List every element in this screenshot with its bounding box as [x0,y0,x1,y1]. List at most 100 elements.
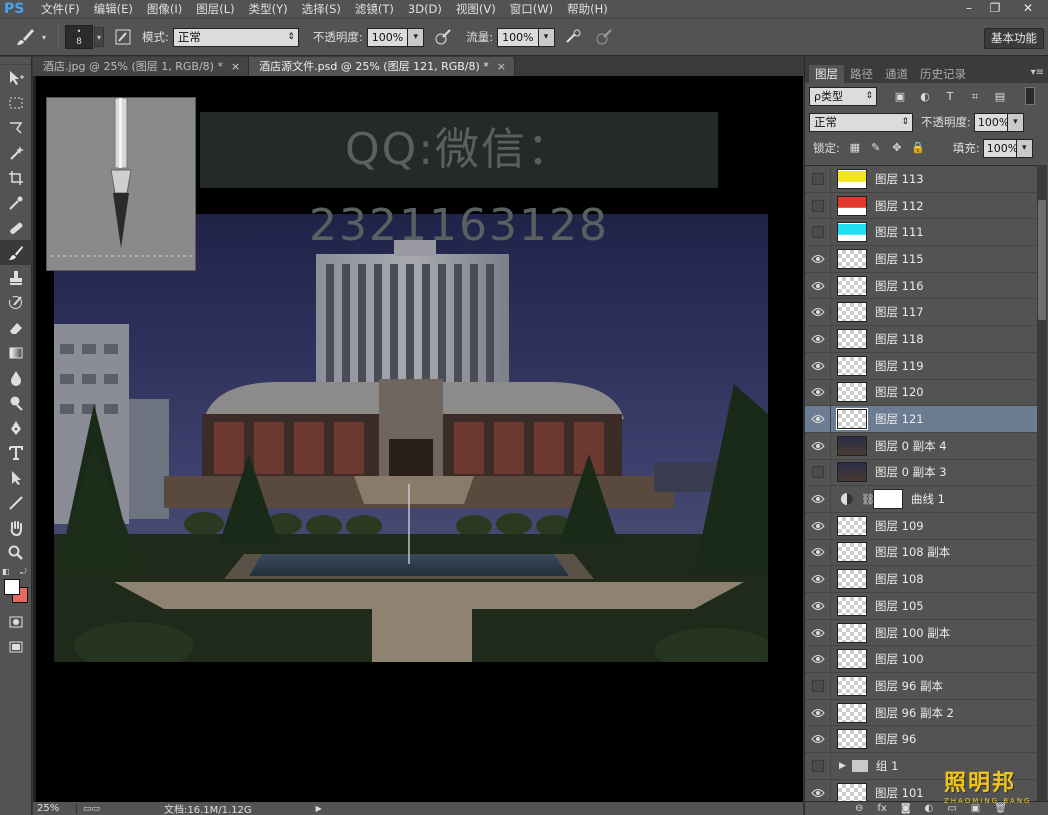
brush-preset-dropdown[interactable]: ▾ [94,27,104,47]
healing-brush-tool[interactable] [0,215,32,240]
layer-thumbnail[interactable] [837,782,867,801]
visibility-toggle[interactable] [805,672,831,699]
visibility-toggle[interactable] [805,592,831,619]
path-selection-tool[interactable] [0,465,32,490]
filter-smart-object-icon[interactable]: ▤ [989,87,1011,106]
visibility-toggle[interactable] [805,299,831,326]
layer-thumbnail[interactable] [837,729,867,750]
menu-item[interactable]: 文件(F) [34,0,87,18]
marquee-tool[interactable] [0,90,32,115]
visibility-toggle[interactable] [805,352,831,379]
visibility-toggle[interactable] [805,646,831,673]
move-tool[interactable] [0,65,32,90]
layer-row[interactable]: 图层 100 [805,646,1037,674]
tab-channels[interactable]: 通道 [879,65,914,83]
menu-item[interactable]: 窗口(W) [503,0,560,18]
visibility-toggle[interactable] [805,192,831,219]
workspace-switcher[interactable]: 基本功能 [984,28,1044,49]
layer-row[interactable]: 图层 0 副本 4 [805,432,1037,460]
flow-input[interactable]: 100% [497,27,539,47]
layer-thumbnail[interactable] [837,542,867,563]
filter-on-off-toggle[interactable] [1025,87,1035,105]
visibility-toggle[interactable] [805,566,831,593]
blend-mode-select[interactable]: 正常 ⇕ [809,112,913,132]
link-layers-icon[interactable]: ⊖ [855,803,863,814]
scrollbar-thumb[interactable] [1038,200,1046,320]
layer-row[interactable]: 图层 119 [805,352,1037,380]
zoom-level[interactable]: 25% [33,803,77,814]
layer-thumbnail[interactable] [837,702,867,723]
layer-thumbnail[interactable] [837,302,867,323]
visibility-toggle[interactable] [805,272,831,299]
eraser-tool[interactable] [0,315,32,340]
layer-row[interactable]: 图层 118 [805,325,1037,353]
layer-thumbnail[interactable] [837,595,867,616]
lock-position-icon[interactable]: ✥ [888,139,906,157]
visibility-toggle[interactable] [805,779,831,801]
layer-row[interactable]: 图层 105 [805,592,1037,620]
layer-mask-thumbnail[interactable] [873,489,903,510]
pressure-size-toggle[interactable] [593,26,615,48]
type-tool[interactable] [0,440,32,465]
brush-preset-picker[interactable]: • 8 [65,25,93,49]
layer-thumbnail[interactable] [837,569,867,590]
crop-tool[interactable] [0,165,32,190]
minimize-button[interactable]: – [956,0,982,18]
brush-panel-toggle[interactable] [112,26,134,48]
visibility-toggle[interactable] [805,245,831,272]
filter-type-icon[interactable]: T [939,87,961,106]
hand-tool[interactable] [0,515,32,540]
visibility-toggle[interactable] [805,166,831,192]
layer-thumbnail[interactable] [837,275,867,296]
panel-menu-icon[interactable]: ▾≡ [1031,67,1044,78]
layer-row[interactable]: 图层 112 [805,192,1037,220]
layer-row[interactable]: 图层 96 [805,726,1037,754]
layer-row[interactable]: 图层 108 副本 [805,539,1037,567]
layer-row[interactable]: 图层 111 [805,219,1037,247]
layer-row[interactable]: 图层 0 副本 3 [805,459,1037,487]
opacity-dropdown[interactable]: ▾ [408,27,425,47]
layer-thumbnail[interactable] [837,248,867,269]
layer-row[interactable]: 图层 109 [805,512,1037,540]
close-tab-icon[interactable]: × [231,60,240,73]
brush-tool[interactable] [0,240,32,265]
visibility-toggle[interactable] [805,486,831,513]
layer-thumbnail[interactable] [837,435,867,456]
visibility-toggle[interactable] [805,699,831,726]
flow-dropdown[interactable]: ▾ [538,27,555,47]
screen-mode-toggle[interactable] [0,634,32,659]
layer-row[interactable]: 图层 108 [805,566,1037,593]
hotel-image[interactable] [54,214,768,662]
visibility-toggle[interactable] [805,406,831,433]
layer-thumbnail[interactable] [837,382,867,403]
quick-mask-toggle[interactable] [0,609,32,634]
layer-thumbnail[interactable] [837,515,867,536]
blur-tool[interactable] [0,365,32,390]
menu-item[interactable]: 图层(L) [189,0,241,18]
menu-item[interactable]: 类型(Y) [242,0,295,18]
visibility-toggle[interactable] [805,219,831,246]
visibility-toggle[interactable] [805,325,831,352]
tool-preset-picker[interactable]: ▾ [8,23,52,51]
layer-thumbnail[interactable] [837,462,867,483]
visibility-toggle[interactable] [805,539,831,566]
dodge-tool[interactable] [0,390,32,415]
tab-layers[interactable]: 图层 [809,65,844,83]
menu-item[interactable]: 编辑(E) [87,0,140,18]
eyedropper-tool[interactable] [0,190,32,215]
layer-row[interactable]: 图层 120 [805,379,1037,407]
menu-item[interactable]: 3D(D) [401,0,449,18]
layer-row[interactable]: 图层 96 副本 2 [805,699,1037,727]
zoom-tool[interactable] [0,540,32,565]
mode-select[interactable]: 正常 ⇕ [172,27,299,47]
layers-scrollbar[interactable] [1037,165,1047,801]
swap-colors-icon[interactable]: ⤾ [20,567,27,577]
maximize-button[interactable]: ❐ [982,0,1008,18]
pressure-opacity-toggle[interactable] [432,26,454,48]
lock-all-icon[interactable]: 🔒 [909,139,927,157]
layer-thumbnail[interactable] [837,649,867,670]
layer-opacity-dropdown[interactable]: ▾ [1007,112,1024,132]
visibility-toggle[interactable] [805,379,831,406]
layer-thumbnail[interactable] [837,168,867,189]
layer-filter-select[interactable]: ρ类型 ⇕ [809,86,877,106]
